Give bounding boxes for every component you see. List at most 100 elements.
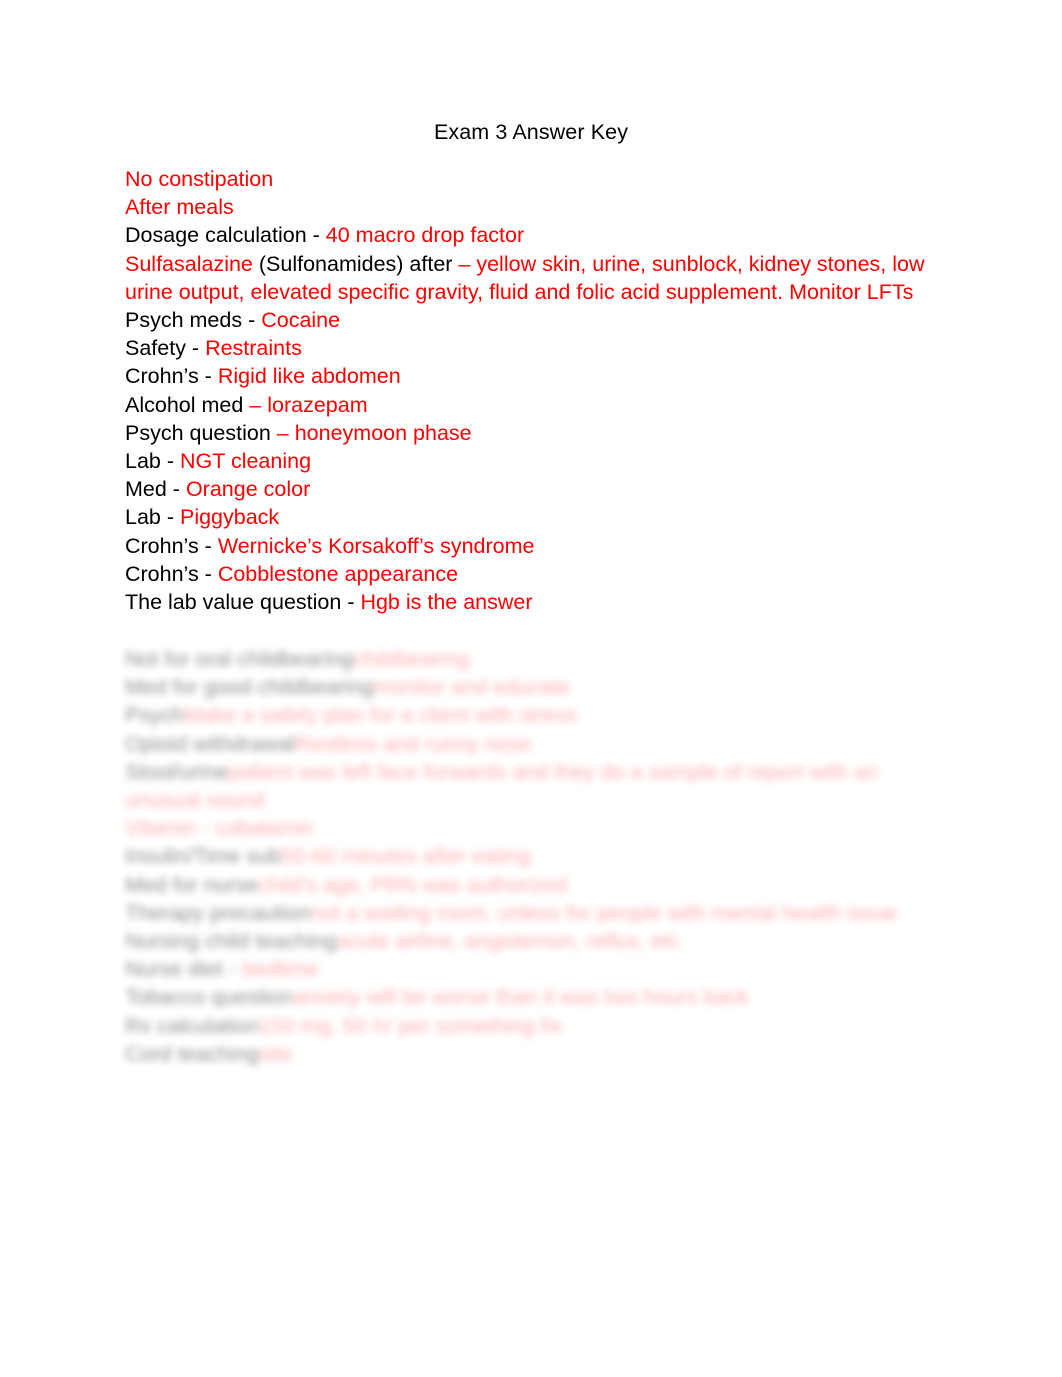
separator: - — [166, 477, 186, 502]
drug-class: (Sulfonamides) after — [252, 251, 459, 276]
question-label: Lab — [125, 449, 161, 474]
obscured-answer: Restless and runny nose — [294, 731, 532, 756]
obscured-line: Med for nurse child’s age, PRN was autho… — [125, 871, 937, 899]
answer-line: The lab value question - Hgb is the answ… — [125, 588, 937, 616]
answer-line: Alcohol med – lorazepam — [125, 391, 937, 419]
obscured-line: Opioid withdrawal Restless and runny nos… — [125, 730, 937, 758]
obscured-label: Med for nurse — [125, 872, 258, 897]
obscured-label: Med for good childbearing — [125, 675, 374, 700]
answer-text: Cocaine — [261, 308, 341, 333]
page-title: Exam 3 Answer Key — [433, 120, 629, 144]
obscured-label: Nurse diet — [125, 957, 223, 982]
obscured-line: Nursing child teaching acute airline, an… — [125, 927, 937, 955]
obscured-line: Insulin/Time sub 50-60 minutes after eat… — [125, 842, 937, 870]
obscured-line: Therapy precaution not a waiting room, u… — [125, 899, 937, 927]
separator: - — [198, 364, 218, 389]
separator: - — [196, 816, 216, 841]
obscured-answer: site — [258, 1041, 293, 1066]
obscured-line: Nurse diet - bedtime — [125, 955, 937, 983]
obscured-answer: not a waiting room, unless for people wi… — [310, 900, 898, 925]
obscured-answer: 50-60 minutes after eating — [280, 844, 531, 869]
obscured-answer-block: Not for oral childbearing childbearing M… — [125, 645, 937, 1068]
obscured-label: Nursing child teaching — [125, 929, 337, 954]
obscured-line: Vitamin - cobalamin — [125, 814, 937, 842]
separator: - — [198, 533, 218, 558]
obscured-label: Tobacco question — [125, 985, 293, 1010]
separator: - — [223, 957, 243, 982]
answer-line: Dosage calculation - 40 macro drop facto… — [125, 221, 937, 249]
answer-line: Psych question – honeymoon phase — [125, 419, 937, 447]
separator: - — [242, 308, 262, 333]
obscured-label: Stool/urine — [125, 759, 228, 784]
separator: - — [341, 590, 361, 615]
answer-line: Crohn’s - Rigid like abdomen — [125, 362, 937, 390]
answer-text: Cobblestone appearance — [217, 561, 459, 586]
obscured-line: Psych Make a safety plan for a client wi… — [125, 701, 937, 729]
obscured-answer: monitor and educate — [373, 675, 570, 700]
obscured-answer: patient was left face forwards and they … — [125, 759, 884, 813]
question-label: Lab — [125, 505, 161, 530]
question-label: Dosage calculation — [125, 223, 307, 248]
question-label: Med — [125, 477, 167, 502]
answer-line: Crohn’s - Cobblestone appearance — [125, 560, 937, 588]
answer-line: After meals — [125, 193, 937, 221]
answer-text: After meals — [125, 195, 234, 220]
document-body: Exam 3 Answer Key No constipation After … — [125, 118, 937, 616]
obscured-line: Tobacco question anxiety will be worse t… — [125, 983, 937, 1011]
answer-text: NGT cleaning — [179, 449, 312, 474]
obscured-answer: anxiety will be worse than it was two ho… — [292, 985, 749, 1010]
separator: - — [306, 223, 326, 248]
answer-line: Psych meds - Cocaine — [125, 306, 937, 334]
question-label: Psych meds — [125, 308, 243, 333]
separator: - — [160, 449, 180, 474]
question-label: Crohn’s — [125, 364, 199, 389]
separator: - — [185, 336, 206, 361]
answer-text: Hgb is the answer — [360, 590, 533, 615]
answer-text: Rigid like abdomen — [217, 364, 401, 389]
obscured-line: Stool/urine patient was left face forwar… — [125, 758, 937, 814]
question-label: Psych question — [125, 420, 271, 445]
answer-text: – lorazepam — [249, 392, 368, 417]
drug-name: Sulfasalazine — [125, 251, 253, 276]
answer-text: Orange color — [185, 477, 311, 502]
answer-text: 40 macro drop factor — [325, 223, 525, 248]
answer-text: – honeymoon phase — [276, 420, 472, 445]
obscured-label: Psych — [125, 703, 184, 728]
answer-text: Restraints — [205, 336, 302, 361]
obscured-label: Opioid withdrawal — [125, 731, 295, 756]
separator: - — [160, 505, 180, 530]
question-label: Safety — [125, 336, 186, 361]
question-label: The lab value question — [125, 590, 342, 615]
obscured-answer: child’s age, PRN was authorized — [257, 872, 567, 897]
question-label: Crohn’s — [125, 561, 199, 586]
answer-text: Piggyback — [179, 505, 280, 530]
answer-line-sulfasalazine: Sulfasalazine (Sulfonamides) after – yel… — [125, 250, 937, 306]
obscured-answer: acute airline, angiotensin, reflux, etc — [336, 929, 680, 954]
obscured-label: Not for oral childbearing — [125, 647, 354, 671]
question-label: Crohn’s — [125, 533, 199, 558]
obscured-label: Therapy precaution — [125, 900, 311, 925]
obscured-line: Cord teaching site — [125, 1040, 937, 1068]
obscured-label: Rx calculation — [125, 1013, 259, 1038]
obscured-answer: bedtime — [242, 957, 319, 982]
answer-line: Lab - NGT cleaning — [125, 447, 937, 475]
obscured-answer: cobalamin — [215, 816, 314, 841]
obscured-line: Not for oral childbearing childbearing — [125, 645, 937, 673]
answer-line: Crohn’s - Wernicke’s Korsakoff’s syndrom… — [125, 532, 937, 560]
obscured-label: Cord teaching — [125, 1041, 259, 1066]
separator: - — [198, 561, 218, 586]
obscured-answer: childbearing — [353, 647, 470, 671]
question-label: Alcohol med — [125, 392, 244, 417]
answer-text: Wernicke’s Korsakoff’s syndrome — [217, 533, 535, 558]
obscured-answer: 150 mg, 50 IV per something fix — [258, 1013, 563, 1038]
answer-line: Lab - Piggyback — [125, 503, 937, 531]
obscured-label: Vitamin — [125, 816, 197, 841]
obscured-label: Insulin/Time sub — [125, 844, 281, 869]
obscured-answer: Make a safety plan for a client with str… — [183, 703, 577, 728]
answer-key-list: No constipation After meals Dosage calcu… — [125, 165, 937, 616]
answer-line: Med - Orange color — [125, 475, 937, 503]
obscured-line: Med for good childbearing monitor and ed… — [125, 673, 937, 701]
answer-text: No constipation — [125, 167, 274, 191]
answer-line: No constipation — [125, 165, 937, 193]
obscured-line: Rx calculation 150 mg, 50 IV per somethi… — [125, 1012, 937, 1040]
